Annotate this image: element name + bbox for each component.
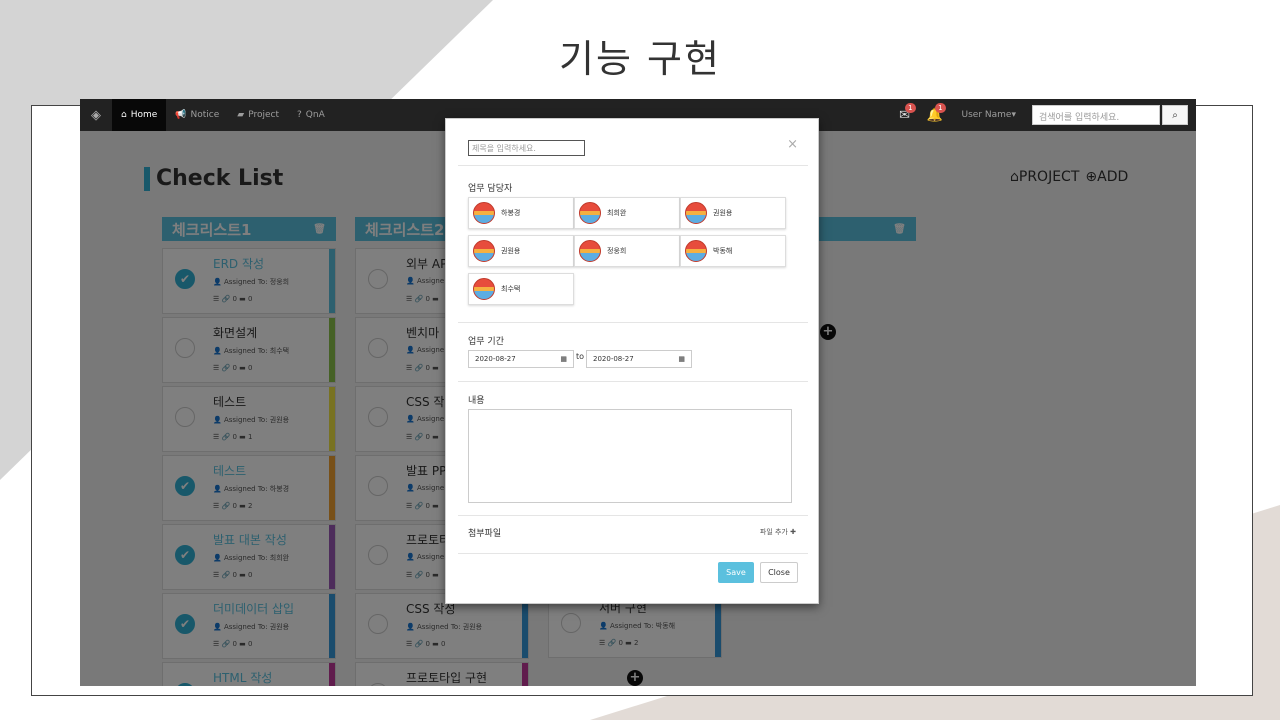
- mail-button[interactable]: ✉ 1: [890, 99, 920, 131]
- title-input[interactable]: 제목을 입력하세요.: [468, 140, 585, 156]
- bullhorn-icon: 📢: [175, 110, 187, 120]
- divider: [458, 322, 808, 323]
- assignee-name: 권원용: [501, 247, 521, 255]
- avatar: [473, 202, 495, 224]
- user-name: User Name: [961, 110, 1012, 120]
- nav-project[interactable]: ▰ Project: [228, 99, 288, 131]
- search-input[interactable]: 검색어를 입력하세요.: [1032, 105, 1160, 125]
- assignee-name: 권원용: [713, 209, 733, 217]
- close-icon[interactable]: ×: [787, 137, 798, 152]
- nav-qna-label: QnA: [305, 110, 325, 120]
- plus-icon: ✚: [790, 528, 796, 536]
- assignee-name: 최수택: [501, 285, 521, 293]
- period-label: 업무 기간: [468, 337, 504, 347]
- navbar-right: ✉ 1 🔔 1 User Name▾ 검색어를 입력하세요. ⌕: [890, 99, 1196, 131]
- date-separator: to: [576, 352, 585, 361]
- nav-home-label: Home: [130, 110, 158, 120]
- end-date-value: 2020-08-27: [593, 355, 634, 363]
- notification-badge: 1: [935, 103, 946, 113]
- avatar: [579, 240, 601, 262]
- nav-qna[interactable]: ? QnA: [288, 99, 334, 131]
- search-icon: ⌕: [1172, 109, 1178, 121]
- divider: [458, 381, 808, 382]
- search-button[interactable]: ⌕: [1162, 105, 1188, 125]
- nav-project-label: Project: [248, 110, 279, 120]
- nav-notice-label: Notice: [190, 110, 220, 120]
- assignee-chip[interactable]: 최희완: [574, 197, 680, 229]
- task-modal: 제목을 입력하세요. × 업무 담당자 하봉경 최희완 권원용 권원용 정웅희 박동해 최수…: [445, 118, 819, 604]
- assignee-chip[interactable]: 정웅희: [574, 235, 680, 267]
- start-date-input[interactable]: 2020-08-27 ▦: [468, 350, 574, 368]
- assignee-label: 업무 담당자: [468, 184, 513, 194]
- slide: 기능 구현 ◈ ⌂ Home 📢 Notice ▰ Project ? QnA: [0, 0, 1280, 720]
- save-button[interactable]: Save: [718, 562, 754, 583]
- avatar: [579, 202, 601, 224]
- divider: [458, 553, 808, 554]
- end-date-input[interactable]: 2020-08-27 ▦: [586, 350, 692, 368]
- assignee-chip[interactable]: 권원용: [468, 235, 574, 267]
- notification-button[interactable]: 🔔 1: [920, 99, 950, 131]
- calendar-icon: ▦: [560, 355, 567, 363]
- divider: [458, 165, 808, 166]
- slide-title: 기능 구현: [559, 37, 721, 81]
- assignee-chip[interactable]: 박동해: [680, 235, 786, 267]
- calendar-icon: ▦: [678, 355, 685, 363]
- layers-icon[interactable]: ◈: [80, 99, 112, 131]
- assignee-name: 정웅희: [607, 247, 627, 255]
- assignee-chip[interactable]: 권원용: [680, 197, 786, 229]
- avatar: [685, 240, 707, 262]
- assignee-chip[interactable]: 최수택: [468, 273, 574, 305]
- avatar: [473, 278, 495, 300]
- close-button[interactable]: Close: [760, 562, 798, 583]
- add-file-label: 파일 추가: [759, 528, 788, 536]
- assignee-name: 최희완: [607, 209, 627, 217]
- start-date-value: 2020-08-27: [475, 355, 516, 363]
- assignee-name: 하봉경: [501, 209, 521, 217]
- mail-badge: 1: [905, 103, 916, 113]
- nav-home[interactable]: ⌂ Home: [112, 99, 167, 131]
- folder-open-icon: ▰: [237, 110, 245, 120]
- avatar: [473, 240, 495, 262]
- home-icon: ⌂: [121, 110, 127, 120]
- content-textarea[interactable]: [468, 409, 792, 503]
- content-label: 내용: [468, 396, 485, 406]
- divider: [458, 515, 808, 516]
- attach-label: 첨부파일: [468, 529, 502, 539]
- user-menu[interactable]: User Name▾: [950, 110, 1032, 120]
- assignee-chip[interactable]: 하봉경: [468, 197, 574, 229]
- question-circle-icon: ?: [297, 110, 302, 120]
- add-file-button[interactable]: 파일 추가 ✚: [760, 527, 796, 537]
- avatar: [685, 202, 707, 224]
- caret-down-icon: ▾: [1011, 110, 1016, 120]
- nav-notice[interactable]: 📢 Notice: [166, 99, 228, 131]
- assignee-name: 박동해: [713, 247, 733, 255]
